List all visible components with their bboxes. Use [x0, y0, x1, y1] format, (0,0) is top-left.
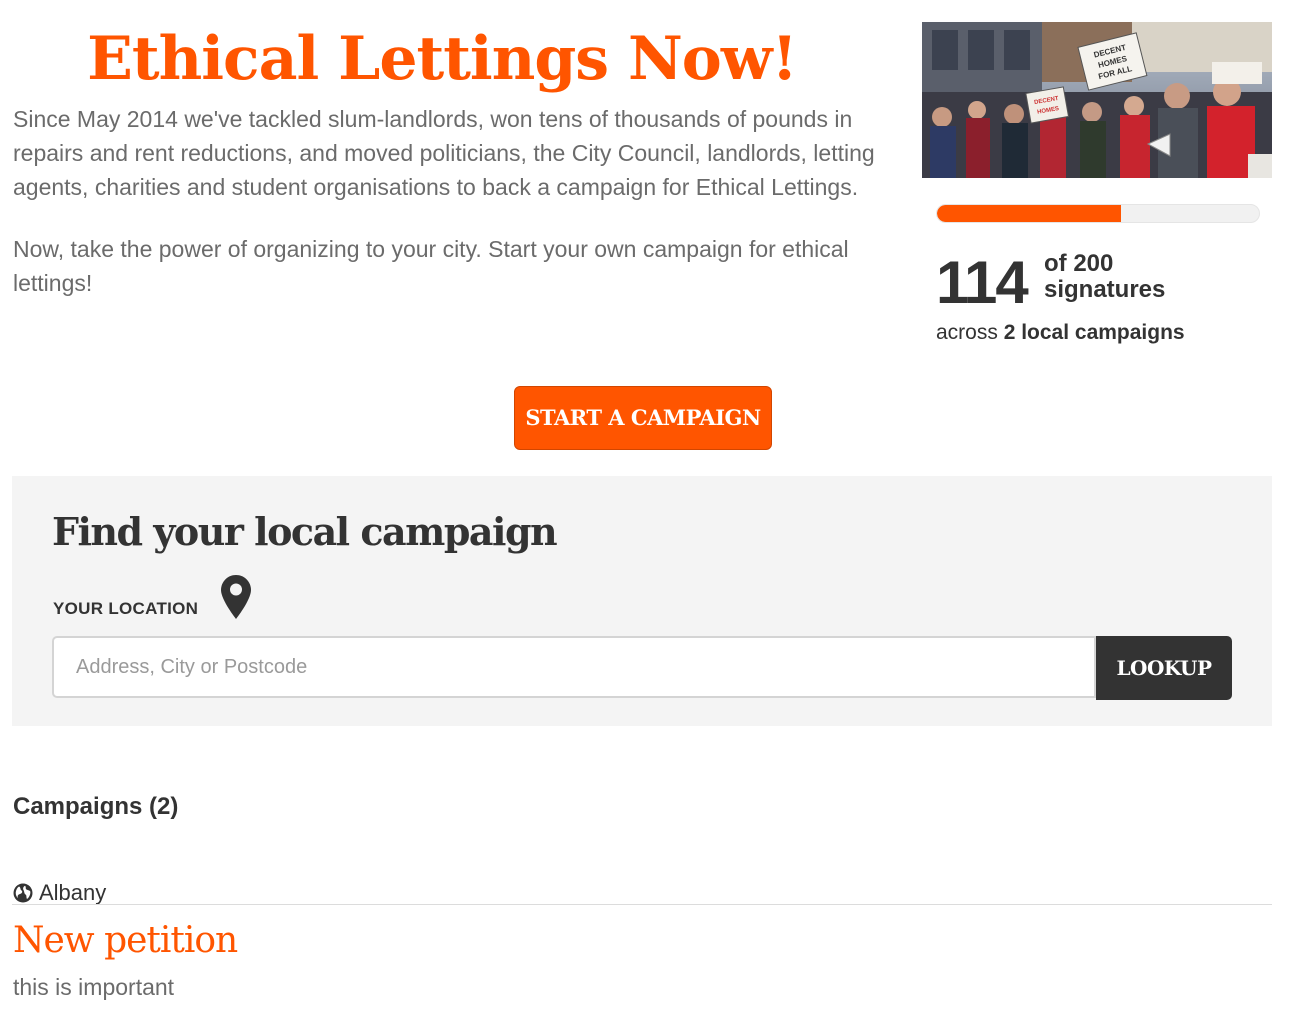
across-prefix: across — [936, 321, 1004, 344]
signature-progress-bar — [936, 204, 1260, 223]
location-search-input[interactable] — [52, 636, 1096, 698]
campaign-title-link[interactable]: New petition — [13, 918, 238, 964]
campaign-count-text: across 2 local campaigns — [936, 319, 1185, 347]
signature-progress-fill — [937, 205, 1121, 222]
finder-title: Find your local campaign — [52, 509, 558, 554]
page-title: Ethical Lettings Now! — [87, 24, 798, 94]
signature-goal-line: signatures — [1044, 276, 1166, 303]
protest-photo-illustration: DECENT HOMES FOR ALL DECENT HOMES — [922, 22, 1272, 178]
intro-paragraph: Now, take the power of organizing to you… — [13, 236, 849, 296]
campaign-divider — [12, 904, 1272, 905]
campaigns-heading: Campaigns (2) — [13, 793, 179, 820]
signature-goal-line: of 200 — [1044, 250, 1114, 277]
campaign-location: Albany — [13, 879, 106, 907]
campaign-description: this is important — [13, 974, 175, 1000]
campaign-location-name: Albany — [39, 880, 107, 905]
intro-text: Since May 2014 we've tackled slum-landlo… — [13, 102, 883, 300]
local-campaign-count: 2 local campaigns — [1003, 321, 1185, 344]
signature-count: 114 — [936, 249, 1029, 316]
campaign-photo: DECENT HOMES FOR ALL DECENT HOMES — [922, 22, 1272, 178]
find-campaign-panel: Find your local campaign YOUR LOCATION L… — [12, 476, 1272, 726]
location-label: YOUR LOCATION — [53, 599, 199, 618]
start-campaign-button[interactable]: START A CAMPAIGN — [514, 386, 772, 450]
globe-icon — [13, 883, 33, 903]
map-pin-icon[interactable] — [220, 574, 252, 620]
intro-paragraph: Since May 2014 we've tackled slum-landlo… — [13, 106, 875, 200]
lookup-button[interactable]: LOOKUP — [1096, 636, 1232, 700]
signature-goal: of 200 signatures — [1044, 251, 1165, 303]
